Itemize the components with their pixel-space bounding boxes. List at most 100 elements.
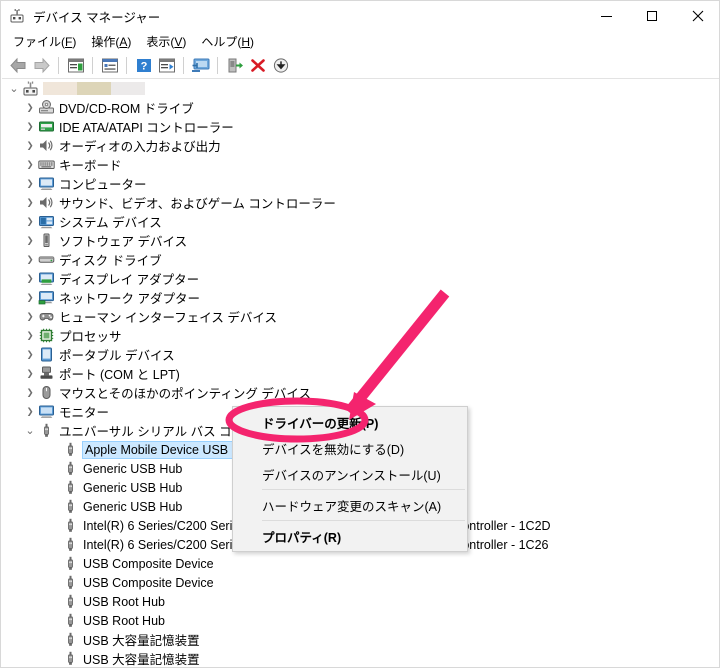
tree-item[interactable]: ❯ ポート (COM と LPT) [2, 364, 719, 383]
help-icon[interactable]: ? [132, 54, 155, 76]
show-hide-console-tree-icon[interactable] [64, 54, 87, 76]
tree-item-label: サウンド、ビデオ、およびゲーム コントローラー [59, 197, 336, 211]
tree-item-label: USB Root Hub [83, 594, 165, 609]
expand-chevron-icon[interactable]: ❯ [22, 98, 38, 117]
minimize-button[interactable] [583, 1, 629, 31]
portable-icon [38, 346, 55, 363]
usb-device-icon [62, 479, 79, 496]
ctx-properties[interactable]: プロパティ(R) [233, 523, 467, 549]
tree-item[interactable]: ❯ IDE ATA/ATAPI コントローラー [2, 117, 719, 136]
usb-device-icon [62, 460, 79, 477]
tree-indent-spacer [46, 516, 62, 535]
scan-hardware-changes-icon[interactable] [189, 54, 212, 76]
tree-item-label: DVD/CD-ROM ドライブ [59, 102, 194, 116]
expand-chevron-icon[interactable]: ❯ [22, 402, 38, 421]
tree-item[interactable]: ❯ ポータブル デバイス [2, 345, 719, 364]
audio-icon [38, 194, 55, 211]
tree-item-label: USB Root Hub [83, 613, 165, 628]
tree-item[interactable]: ❯ コンピューター [2, 174, 719, 193]
tree-indent-spacer [46, 611, 62, 630]
device-tree[interactable]: ⌄ ❯ DVD/CD-ROM ドライブ ❯ IDE ATA/ATAPI コントローラー ❯… [2, 78, 719, 667]
tree-item-label: ヒューマン インターフェイス デバイス [59, 311, 277, 325]
tree-item[interactable]: USB Root Hub [2, 592, 719, 611]
tree-item-label: Generic USB Hub [83, 480, 183, 495]
expand-chevron-icon[interactable]: ❯ [22, 174, 38, 193]
expand-chevron-icon[interactable]: ❯ [22, 136, 38, 155]
menu-bar: ファイル(F) 操作(A) 表示(V) ヘルプ(H) [1, 31, 719, 52]
computer-icon [38, 175, 55, 192]
tree-item[interactable]: ❯ サウンド、ビデオ、およびゲーム コントローラー [2, 193, 719, 212]
expand-chevron-icon[interactable]: ❯ [22, 383, 38, 402]
tree-item-label: ポータブル デバイス [59, 349, 175, 363]
tree-item[interactable]: ❯ キーボード [2, 155, 719, 174]
install-legacy-hardware-icon[interactable] [269, 54, 292, 76]
forward-arrow-icon[interactable] [30, 54, 53, 76]
network-icon [38, 289, 55, 306]
back-arrow-icon[interactable] [7, 54, 30, 76]
tree-item[interactable]: ❯ ディスプレイ アダプター [2, 269, 719, 288]
menu-file[interactable]: ファイル(F) [7, 31, 85, 52]
menu-help[interactable]: ヘルプ(H) [195, 31, 263, 52]
close-button[interactable] [675, 1, 719, 31]
tree-item[interactable]: ❯ プロセッサ [2, 326, 719, 345]
tree-item-label: プロセッサ [59, 330, 122, 344]
tree-indent-spacer [46, 592, 62, 611]
ide-icon [38, 118, 55, 135]
usb-device-icon [62, 650, 79, 667]
tree-item[interactable]: ❯ ヒューマン インターフェイス デバイス [2, 307, 719, 326]
uninstall-device-icon[interactable] [246, 54, 269, 76]
window-title: デバイス マネージャー [33, 10, 161, 25]
ctx-scan-hardware[interactable]: ハードウェア変更のスキャン(A) [233, 492, 467, 518]
computer-node-icon [22, 80, 39, 97]
expand-chevron-icon[interactable]: ❯ [22, 326, 38, 345]
tree-item[interactable]: USB Composite Device [2, 554, 719, 573]
tree-item[interactable]: ❯ マウスとそのほかのポインティング デバイス [2, 383, 719, 402]
expand-chevron-icon[interactable]: ❯ [22, 345, 38, 364]
expand-chevron-icon[interactable]: ❯ [22, 307, 38, 326]
tree-item[interactable]: ❯ DVD/CD-ROM ドライブ [2, 98, 719, 117]
ctx-disable-device[interactable]: デバイスを無効にする(D) [233, 435, 467, 461]
expand-chevron-icon[interactable]: ❯ [22, 231, 38, 250]
tree-item[interactable]: ❯ ソフトウェア デバイス [2, 231, 719, 250]
expand-chevron-icon[interactable]: ⌄ [22, 421, 38, 440]
tree-item[interactable]: ❯ オーディオの入力および出力 [2, 136, 719, 155]
usb-device-icon [62, 517, 79, 534]
menu-action[interactable]: 操作(A) [85, 31, 140, 52]
tree-item-label: USB Composite Device [83, 575, 214, 590]
expand-chevron-icon[interactable]: ❯ [22, 155, 38, 174]
usb-device-icon [62, 498, 79, 515]
tree-indent-spacer [46, 535, 62, 554]
expand-chevron-icon[interactable]: ❯ [22, 193, 38, 212]
expand-chevron-icon[interactable]: ❯ [22, 250, 38, 269]
tree-item[interactable]: ❯ システム デバイス [2, 212, 719, 231]
tree-item-label: USB 大容量記憶装置 [83, 634, 200, 648]
tree-item[interactable]: ❯ ネットワーク アダプター [2, 288, 719, 307]
context-menu[interactable]: ドライバーの更新(P) デバイスを無効にする(D) デバイスのアンインストール(U)… [232, 406, 468, 552]
maximize-button[interactable] [629, 1, 675, 31]
tree-item[interactable]: USB Root Hub [2, 611, 719, 630]
expand-chevron-icon[interactable]: ❯ [22, 212, 38, 231]
expand-chevron-icon[interactable]: ❯ [22, 288, 38, 307]
ctx-uninstall-device[interactable]: デバイスのアンインストール(U) [233, 461, 467, 487]
properties-icon[interactable] [98, 54, 121, 76]
usb-icon [38, 422, 55, 439]
svg-text:?: ? [140, 60, 147, 72]
ctx-update-driver[interactable]: ドライバーの更新(P) [233, 409, 467, 435]
toolbar: ? [1, 52, 719, 78]
tree-item-label: マウスとそのほかのポインティング デバイス [59, 387, 311, 401]
enable-device-icon[interactable] [223, 54, 246, 76]
tree-item[interactable]: USB 大容量記憶装置 [2, 649, 719, 667]
tree-item[interactable]: USB Composite Device [2, 573, 719, 592]
display-icon [38, 270, 55, 287]
usb-device-icon [62, 593, 79, 610]
expand-chevron-icon[interactable]: ❯ [22, 269, 38, 288]
tree-item[interactable]: ❯ ディスク ドライブ [2, 250, 719, 269]
tree-item-label: Generic USB Hub [83, 499, 183, 514]
menu-view[interactable]: 表示(V) [140, 31, 195, 52]
expand-chevron-icon[interactable]: ❯ [22, 364, 38, 383]
tree-item[interactable]: USB 大容量記憶装置 [2, 630, 719, 649]
tree-root-item[interactable]: ⌄ [2, 79, 719, 98]
update-driver-icon[interactable] [155, 54, 178, 76]
expand-chevron-icon[interactable]: ⌄ [6, 79, 22, 98]
expand-chevron-icon[interactable]: ❯ [22, 117, 38, 136]
